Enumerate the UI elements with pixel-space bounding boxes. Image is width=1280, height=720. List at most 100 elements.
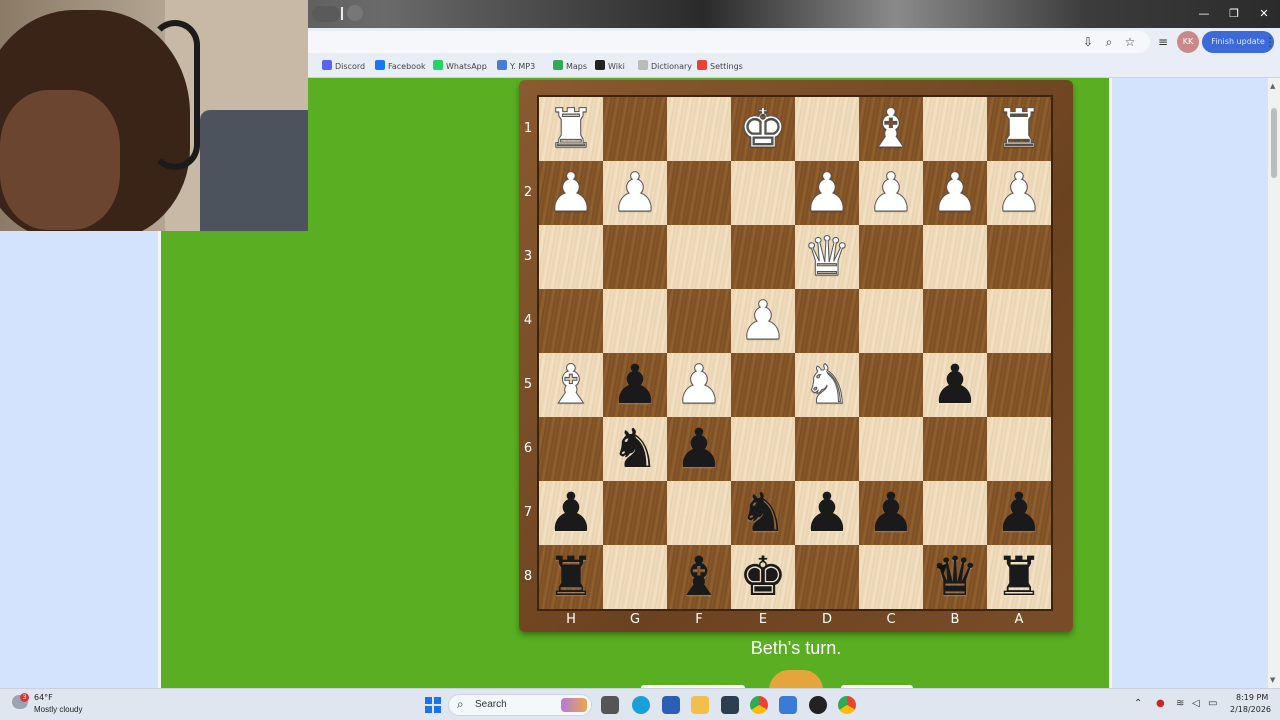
zoom-icon[interactable]: ⌕: [1101, 33, 1117, 51]
square-f2[interactable]: [667, 161, 731, 225]
clock-date[interactable]: 2/18/2026: [1230, 705, 1271, 714]
black-pawn-icon[interactable]: ♟: [611, 353, 659, 417]
white-pawn-icon[interactable]: ♟: [674, 353, 723, 417]
black-king-icon[interactable]: ♚: [739, 545, 787, 609]
black-knight-icon[interactable]: ♞: [611, 417, 659, 481]
weather-description[interactable]: Mostly cloudy: [34, 705, 82, 714]
bookmark-wiki[interactable]: Wiki: [595, 60, 625, 74]
square-f7[interactable]: [667, 481, 731, 545]
photos-icon[interactable]: [779, 696, 797, 714]
square-b3[interactable]: [923, 225, 987, 289]
black-knight-icon[interactable]: ♞: [739, 481, 787, 545]
square-b4[interactable]: [923, 289, 987, 353]
white-bishop-icon[interactable]: ♝: [546, 353, 595, 417]
square-a1[interactable]: ♜: [987, 97, 1051, 161]
square-c7[interactable]: ♟: [859, 481, 923, 545]
microphone-icon[interactable]: ●: [1156, 698, 1165, 709]
white-pawn-icon[interactable]: ♟: [546, 161, 595, 225]
white-pawn-icon[interactable]: ♟: [994, 161, 1043, 225]
square-a2[interactable]: ♟: [987, 161, 1051, 225]
square-h5[interactable]: ♝: [539, 353, 603, 417]
white-pawn-icon[interactable]: ♟: [738, 289, 787, 353]
chrome-icon[interactable]: [750, 696, 768, 714]
square-d1[interactable]: [795, 97, 859, 161]
square-c6[interactable]: [859, 417, 923, 481]
square-e8[interactable]: ♚: [731, 545, 795, 609]
restore-icon[interactable]: ❐: [1224, 5, 1244, 23]
task-view-icon[interactable]: [601, 696, 619, 714]
square-e6[interactable]: [731, 417, 795, 481]
address-bar[interactable]: [300, 31, 1150, 53]
square-h8[interactable]: ♜: [539, 545, 603, 609]
square-f3[interactable]: [667, 225, 731, 289]
square-d8[interactable]: [795, 545, 859, 609]
square-f1[interactable]: [667, 97, 731, 161]
black-bishop-icon[interactable]: ♝: [675, 545, 723, 609]
bookmark-star-icon[interactable]: ☆: [1122, 33, 1138, 51]
square-b8[interactable]: ♛: [923, 545, 987, 609]
square-g7[interactable]: [603, 481, 667, 545]
square-c4[interactable]: [859, 289, 923, 353]
square-c3[interactable]: [859, 225, 923, 289]
square-e2[interactable]: [731, 161, 795, 225]
bookmark-settings[interactable]: Settings: [697, 60, 743, 74]
square-f5[interactable]: ♟: [667, 353, 731, 417]
square-b7[interactable]: [923, 481, 987, 545]
scroll-down-icon[interactable]: ▼: [1270, 676, 1275, 684]
square-g8[interactable]: [603, 545, 667, 609]
bookmark-y-mp3[interactable]: Y. MP3: [497, 60, 535, 74]
square-g4[interactable]: [603, 289, 667, 353]
white-bishop-icon[interactable]: ♝: [866, 97, 915, 161]
square-a4[interactable]: [987, 289, 1051, 353]
square-e4[interactable]: ♟: [731, 289, 795, 353]
square-g3[interactable]: [603, 225, 667, 289]
wifi-icon[interactable]: ≋: [1176, 698, 1184, 709]
square-h3[interactable]: [539, 225, 603, 289]
browser-tab[interactable]: [312, 6, 340, 22]
square-d2[interactable]: ♟: [795, 161, 859, 225]
tab-search-icon[interactable]: ≡: [1155, 33, 1171, 51]
black-rook-icon[interactable]: ♜: [995, 545, 1043, 609]
square-b6[interactable]: [923, 417, 987, 481]
battery-icon[interactable]: ▭: [1208, 698, 1217, 709]
page-scrollbar[interactable]: ▲ ▼: [1268, 78, 1280, 688]
chevron-up-icon[interactable]: ⌃: [1134, 698, 1142, 709]
scroll-thumb[interactable]: [1271, 108, 1277, 178]
square-h6[interactable]: [539, 417, 603, 481]
menu-icon[interactable]: ⋮: [1262, 33, 1278, 51]
store-icon[interactable]: [662, 696, 680, 714]
square-b2[interactable]: ♟: [923, 161, 987, 225]
square-d6[interactable]: [795, 417, 859, 481]
square-a7[interactable]: ♟: [987, 481, 1051, 545]
square-e1[interactable]: ♚: [731, 97, 795, 161]
square-c2[interactable]: ♟: [859, 161, 923, 225]
square-e3[interactable]: [731, 225, 795, 289]
square-a5[interactable]: [987, 353, 1051, 417]
bookmark-dictionary[interactable]: Dictionary: [638, 60, 692, 74]
square-h7[interactable]: ♟: [539, 481, 603, 545]
bookmark-maps[interactable]: Maps: [553, 60, 587, 74]
square-g6[interactable]: ♞: [603, 417, 667, 481]
black-pawn-icon[interactable]: ♟: [675, 417, 723, 481]
square-g5[interactable]: ♟: [603, 353, 667, 417]
square-c5[interactable]: [859, 353, 923, 417]
square-b1[interactable]: [923, 97, 987, 161]
chess-board[interactable]: ♜ ♚ ♝ ♜ ♟ ♟ ♟ ♟ ♟ ♟ ♛ ♟ ♝ ♟ ♟ ♞ ♟ ♞ ♟ ♟ ♞ ♟ ♟ ♟ ♜ ♝ ♚ ♛ ♜: [537, 95, 1053, 611]
white-queen-icon[interactable]: ♛: [802, 225, 851, 289]
square-g2[interactable]: ♟: [603, 161, 667, 225]
minimize-icon[interactable]: —: [1194, 5, 1214, 23]
bookmark-discord[interactable]: Discord: [322, 60, 365, 74]
square-b5[interactable]: ♟: [923, 353, 987, 417]
square-d4[interactable]: [795, 289, 859, 353]
square-a8[interactable]: ♜: [987, 545, 1051, 609]
square-d7[interactable]: ♟: [795, 481, 859, 545]
square-e5[interactable]: [731, 353, 795, 417]
square-h1[interactable]: ♜: [539, 97, 603, 161]
square-d3[interactable]: ♛: [795, 225, 859, 289]
black-pawn-icon[interactable]: ♟: [803, 481, 851, 545]
media-icon[interactable]: [809, 696, 827, 714]
windows-start-icon[interactable]: [425, 697, 441, 713]
black-pawn-icon[interactable]: ♟: [931, 353, 979, 417]
bookmark-whatsapp[interactable]: WhatsApp: [433, 60, 487, 74]
square-f8[interactable]: ♝: [667, 545, 731, 609]
